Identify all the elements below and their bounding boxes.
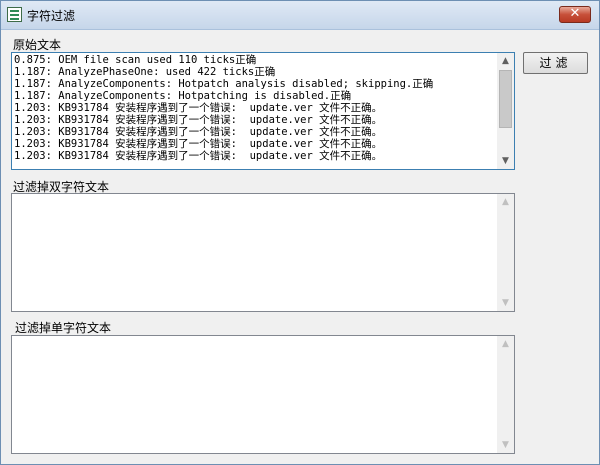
scroll-thumb[interactable]	[499, 70, 512, 128]
chevron-up-icon[interactable]: ▲	[497, 53, 514, 69]
original-text-line: 1.203: KB931784 安装程序遇到了一个错误: update.ver …	[14, 126, 383, 138]
window: 字符过滤 ✕ 原始文本 0.875: OEM file scan used 11…	[0, 0, 600, 465]
original-text-line: 0.875: OEM file scan used 110 ticks正确	[14, 54, 257, 66]
original-text-area[interactable]: 0.875: OEM file scan used 110 ticks正确 1.1…	[11, 52, 515, 170]
window-title: 字符过滤	[27, 9, 76, 23]
original-text-line: 1.187: AnalyzeComponents: Hotpatching is…	[14, 90, 352, 102]
chevron-up-icon[interactable]: ▲	[497, 336, 514, 352]
double-byte-scrollbar[interactable]: ▲ ▼	[497, 194, 514, 311]
chevron-up-icon[interactable]: ▲	[497, 194, 514, 210]
original-scrollbar[interactable]: ▲ ▼	[497, 53, 514, 169]
original-text-line: 1.187: AnalyzePhaseOne: used 422 ticks正确	[14, 66, 276, 78]
original-text-line: 1.203: KB931784 安装程序遇到了一个错误: update.ver …	[14, 102, 383, 114]
double-byte-text-area[interactable]: ▲ ▼	[11, 193, 515, 312]
app-icon	[7, 7, 22, 22]
single-byte-label: 过滤掉单字符文本	[15, 321, 112, 335]
original-text-content: 0.875: OEM file scan used 110 ticks正确 1.1…	[14, 54, 496, 162]
chevron-down-icon[interactable]: ▼	[497, 153, 514, 169]
single-byte-text-area[interactable]: ▲ ▼	[11, 335, 515, 454]
close-button[interactable]: ✕	[559, 6, 591, 23]
title-bar: 字符过滤 ✕	[1, 1, 599, 30]
original-text-line: 1.187: AnalyzeComponents: Hotpatch analy…	[14, 78, 434, 90]
chevron-down-icon[interactable]: ▼	[497, 295, 514, 311]
original-text-line: 1.203: KB931784 安装程序遇到了一个错误: update.ver …	[14, 138, 383, 150]
original-text-line: 1.203: KB931784 安装程序遇到了一个错误: update.ver …	[14, 150, 383, 162]
chevron-down-icon[interactable]: ▼	[497, 437, 514, 453]
original-text-label: 原始文本	[13, 38, 62, 52]
original-text-line: 1.203: KB931784 安装程序遇到了一个错误: update.ver …	[14, 114, 383, 126]
filter-button[interactable]: 过滤	[523, 52, 588, 74]
close-icon: ✕	[569, 6, 581, 21]
single-byte-scrollbar[interactable]: ▲ ▼	[497, 336, 514, 453]
